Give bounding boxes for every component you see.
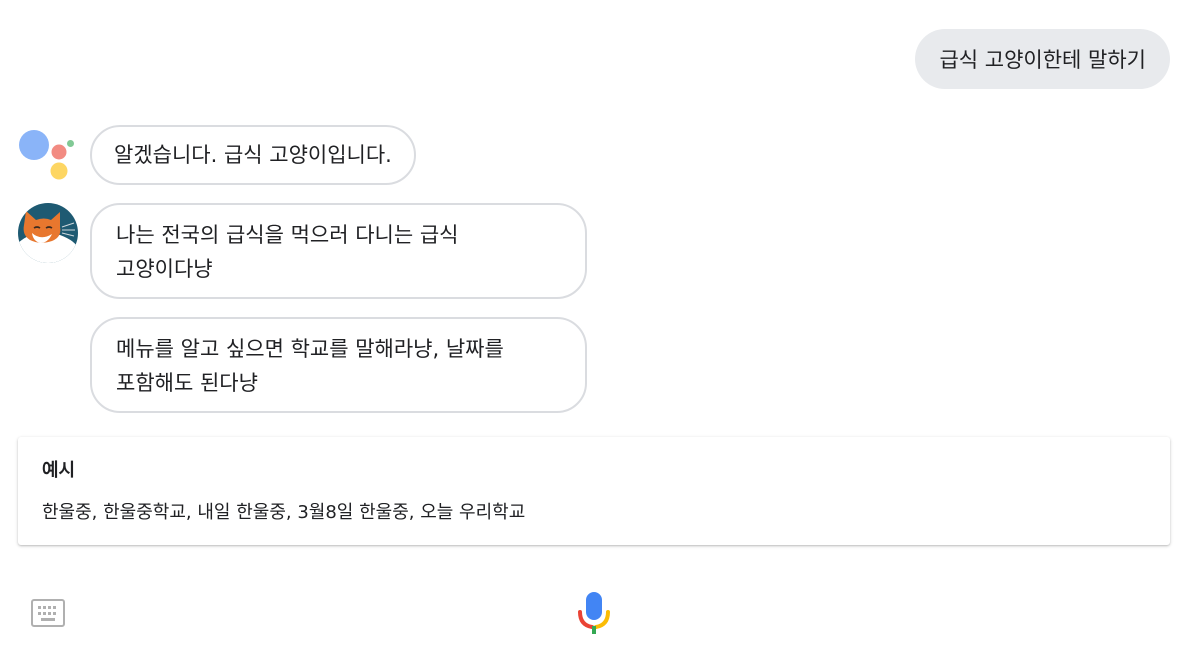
user-message-text: 급식 고양이한테 말하기	[939, 48, 1146, 72]
cat-avatar-icon	[18, 203, 78, 263]
bot-message-line: 포함해도 된다냥	[116, 371, 258, 395]
example-card-text: 한울중, 한울중학교, 내일 한울중, 3월8일 한울중, 오늘 우리학교	[42, 502, 526, 523]
user-message-bubble: 급식 고양이한테 말하기	[915, 29, 1170, 89]
assistant-message-bubble: 알겠습니다. 급식 고양이입니다.	[90, 125, 416, 185]
google-assistant-logo-icon	[19, 130, 74, 180]
example-card-title: 예시	[42, 460, 76, 481]
microphone-icon[interactable]	[576, 590, 612, 636]
bot-message-bubble: 나는 전국의 급식을 먹으러 다니는 급식 고양이다냥	[90, 203, 587, 299]
assistant-message-text: 알겠습니다. 급식 고양이입니다.	[114, 143, 392, 167]
bot-message-bubble: 메뉴를 알고 싶으면 학교를 말해라냥, 날짜를 포함해도 된다냥	[90, 317, 587, 413]
example-card: 예시 한울중, 한울중학교, 내일 한울중, 3월8일 한울중, 오늘 우리학교	[18, 437, 1170, 545]
bot-message-line: 메뉴를 알고 싶으면 학교를 말해라냥, 날짜를	[116, 337, 504, 361]
bot-message-line: 나는 전국의 급식을 먹으러 다니는 급식	[116, 223, 459, 247]
bot-message-line: 고양이다냥	[116, 257, 213, 281]
keyboard-icon[interactable]	[30, 598, 66, 628]
